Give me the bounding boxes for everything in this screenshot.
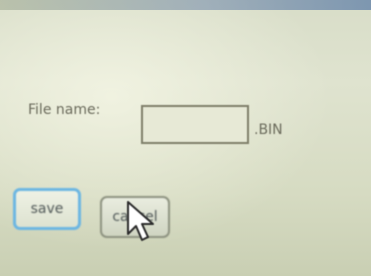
save-dialog: File name: .BIN save cancel — [0, 10, 371, 276]
save-button[interactable]: save — [13, 188, 81, 230]
arrow-cursor-icon — [127, 201, 154, 241]
file-name-label: File name: — [28, 102, 101, 118]
file-name-input[interactable] — [141, 105, 249, 144]
file-extension-label: .BIN — [254, 122, 283, 138]
title-bar-edge — [0, 0, 371, 10]
